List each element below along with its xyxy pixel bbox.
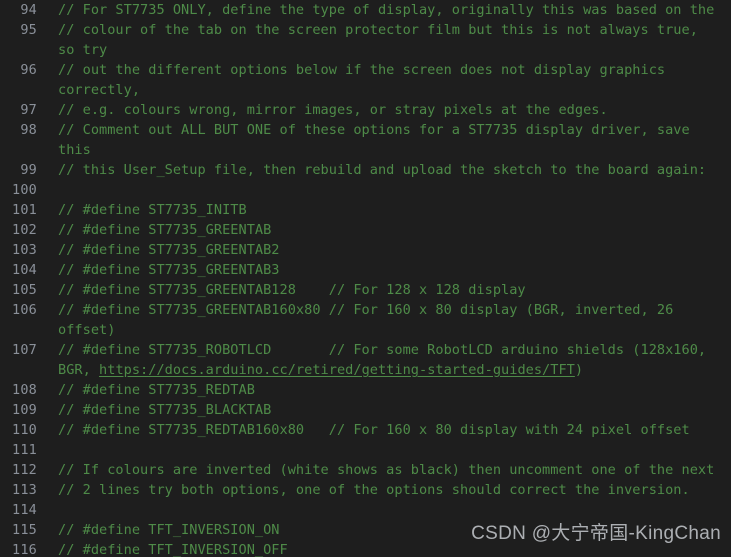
- line-number: 114: [12, 502, 37, 518]
- code-line-text: offset): [58, 322, 116, 338]
- code-line[interactable]: 96 // out the different options below if …: [0, 60, 731, 80]
- code-line-text: // Comment out ALL BUT ONE of these opti…: [58, 122, 690, 138]
- code-line[interactable]: 112 // If colours are inverted (white sho…: [0, 460, 731, 480]
- code-line[interactable]: so try: [0, 40, 731, 60]
- code-line[interactable]: 100: [0, 180, 731, 200]
- line-number: 113: [12, 482, 37, 498]
- line-number: 111: [12, 442, 37, 458]
- line-number: 102: [12, 222, 37, 238]
- code-text-segment: ): [574, 362, 584, 378]
- line-number: 116: [12, 542, 37, 557]
- code-line-text: // #define ST7735_INITB: [58, 202, 247, 218]
- line-number: 98: [20, 122, 37, 138]
- csdn-watermark: CSDN @大宁帝国-KingChan: [471, 523, 721, 544]
- code-line-text: so try: [58, 42, 108, 58]
- code-text-segment: BGR,: [58, 362, 100, 378]
- line-number: 115: [12, 522, 37, 538]
- code-lines-container[interactable]: 94 // For ST7735 ONLY, define the type of…: [0, 0, 731, 557]
- code-line-text: // #define ST7735_REDTAB: [58, 382, 255, 398]
- inline-url-link[interactable]: https://docs.arduino.cc/retired/getting-…: [99, 362, 575, 378]
- code-line[interactable]: offset): [0, 320, 731, 340]
- code-line[interactable]: this: [0, 140, 731, 160]
- code-line-text: // #define ST7735_GREENTAB: [58, 222, 272, 238]
- code-line-text: // #define ST7735_GREENTAB128 // For 128…: [58, 282, 526, 298]
- code-line-text: this: [58, 142, 91, 158]
- line-number: 109: [12, 402, 37, 418]
- code-line-text: // #define ST7735_BLACKTAB: [58, 402, 272, 418]
- line-number: 95: [20, 22, 37, 38]
- code-line[interactable]: 101 // #define ST7735_INITB: [0, 200, 731, 220]
- code-line-text: // colour of the tab on the screen prote…: [58, 22, 698, 38]
- line-number: 112: [12, 462, 37, 478]
- code-line[interactable]: 113 // 2 lines try both options, one of t…: [0, 480, 731, 500]
- line-number: 103: [12, 242, 37, 258]
- code-line[interactable]: 108 // #define ST7735_REDTAB: [0, 380, 731, 400]
- line-number: 106: [12, 302, 37, 318]
- code-line[interactable]: 106 // #define ST7735_GREENTAB160x80 // F…: [0, 300, 731, 320]
- code-line[interactable]: 107 // #define ST7735_ROBOTLCD // For som…: [0, 340, 731, 360]
- line-number: 97: [20, 102, 37, 118]
- code-editor[interactable]: 94 // For ST7735 ONLY, define the type of…: [0, 0, 731, 557]
- code-line-text: // #define ST7735_ROBOTLCD // For some R…: [58, 342, 707, 358]
- code-line-text: // #define ST7735_REDTAB160x80 // For 16…: [58, 422, 690, 438]
- line-number: 96: [20, 62, 37, 78]
- line-number: 107: [12, 342, 37, 358]
- code-line[interactable]: correctly,: [0, 80, 731, 100]
- line-number: 105: [12, 282, 37, 298]
- code-line[interactable]: 111: [0, 440, 731, 460]
- line-number: 99: [20, 162, 37, 178]
- code-line-text: // For ST7735 ONLY, define the type of d…: [58, 2, 715, 18]
- code-line-text: // #define ST7735_GREENTAB160x80 // For …: [58, 302, 674, 318]
- code-line[interactable]: 103 // #define ST7735_GREENTAB2: [0, 240, 731, 260]
- code-line[interactable]: BGR, https://docs.arduino.cc/retired/get…: [0, 360, 731, 380]
- code-line[interactable]: 99 // this User_Setup file, then rebuild …: [0, 160, 731, 180]
- line-number: 101: [12, 202, 37, 218]
- code-line-text: // #define ST7735_GREENTAB2: [58, 242, 280, 258]
- code-line-text: // If colours are inverted (white shows …: [58, 462, 715, 478]
- line-number: 108: [12, 382, 37, 398]
- code-line-text: // 2 lines try both options, one of the …: [58, 482, 690, 498]
- line-number: 100: [12, 182, 37, 198]
- code-line-text: // #define ST7735_GREENTAB3: [58, 262, 280, 278]
- code-line[interactable]: 98 // Comment out ALL BUT ONE of these op…: [0, 120, 731, 140]
- code-line[interactable]: 95 // colour of the tab on the screen pro…: [0, 20, 731, 40]
- code-line[interactable]: 114: [0, 500, 731, 520]
- code-line-text: // out the different options below if th…: [58, 62, 666, 78]
- code-line-text: // e.g. colours wrong, mirror images, or…: [58, 102, 608, 118]
- code-line[interactable]: 109 // #define ST7735_BLACKTAB: [0, 400, 731, 420]
- code-line[interactable]: 105 // #define ST7735_GREENTAB128 // For …: [0, 280, 731, 300]
- code-line-text: BGR, https://docs.arduino.cc/retired/get…: [44, 360, 731, 380]
- code-line[interactable]: 104 // #define ST7735_GREENTAB3: [0, 260, 731, 280]
- line-number: 104: [12, 262, 37, 278]
- code-line[interactable]: 94 // For ST7735 ONLY, define the type of…: [0, 0, 731, 20]
- code-line[interactable]: 110 // #define ST7735_REDTAB160x80 // For…: [0, 420, 731, 440]
- line-number: 94: [20, 2, 37, 18]
- code-line[interactable]: 102 // #define ST7735_GREENTAB: [0, 220, 731, 240]
- code-line[interactable]: 97 // e.g. colours wrong, mirror images, …: [0, 100, 731, 120]
- line-number: 110: [12, 422, 37, 438]
- code-line-text: correctly,: [58, 82, 141, 98]
- code-line-text: // this User_Setup file, then rebuild an…: [58, 162, 707, 178]
